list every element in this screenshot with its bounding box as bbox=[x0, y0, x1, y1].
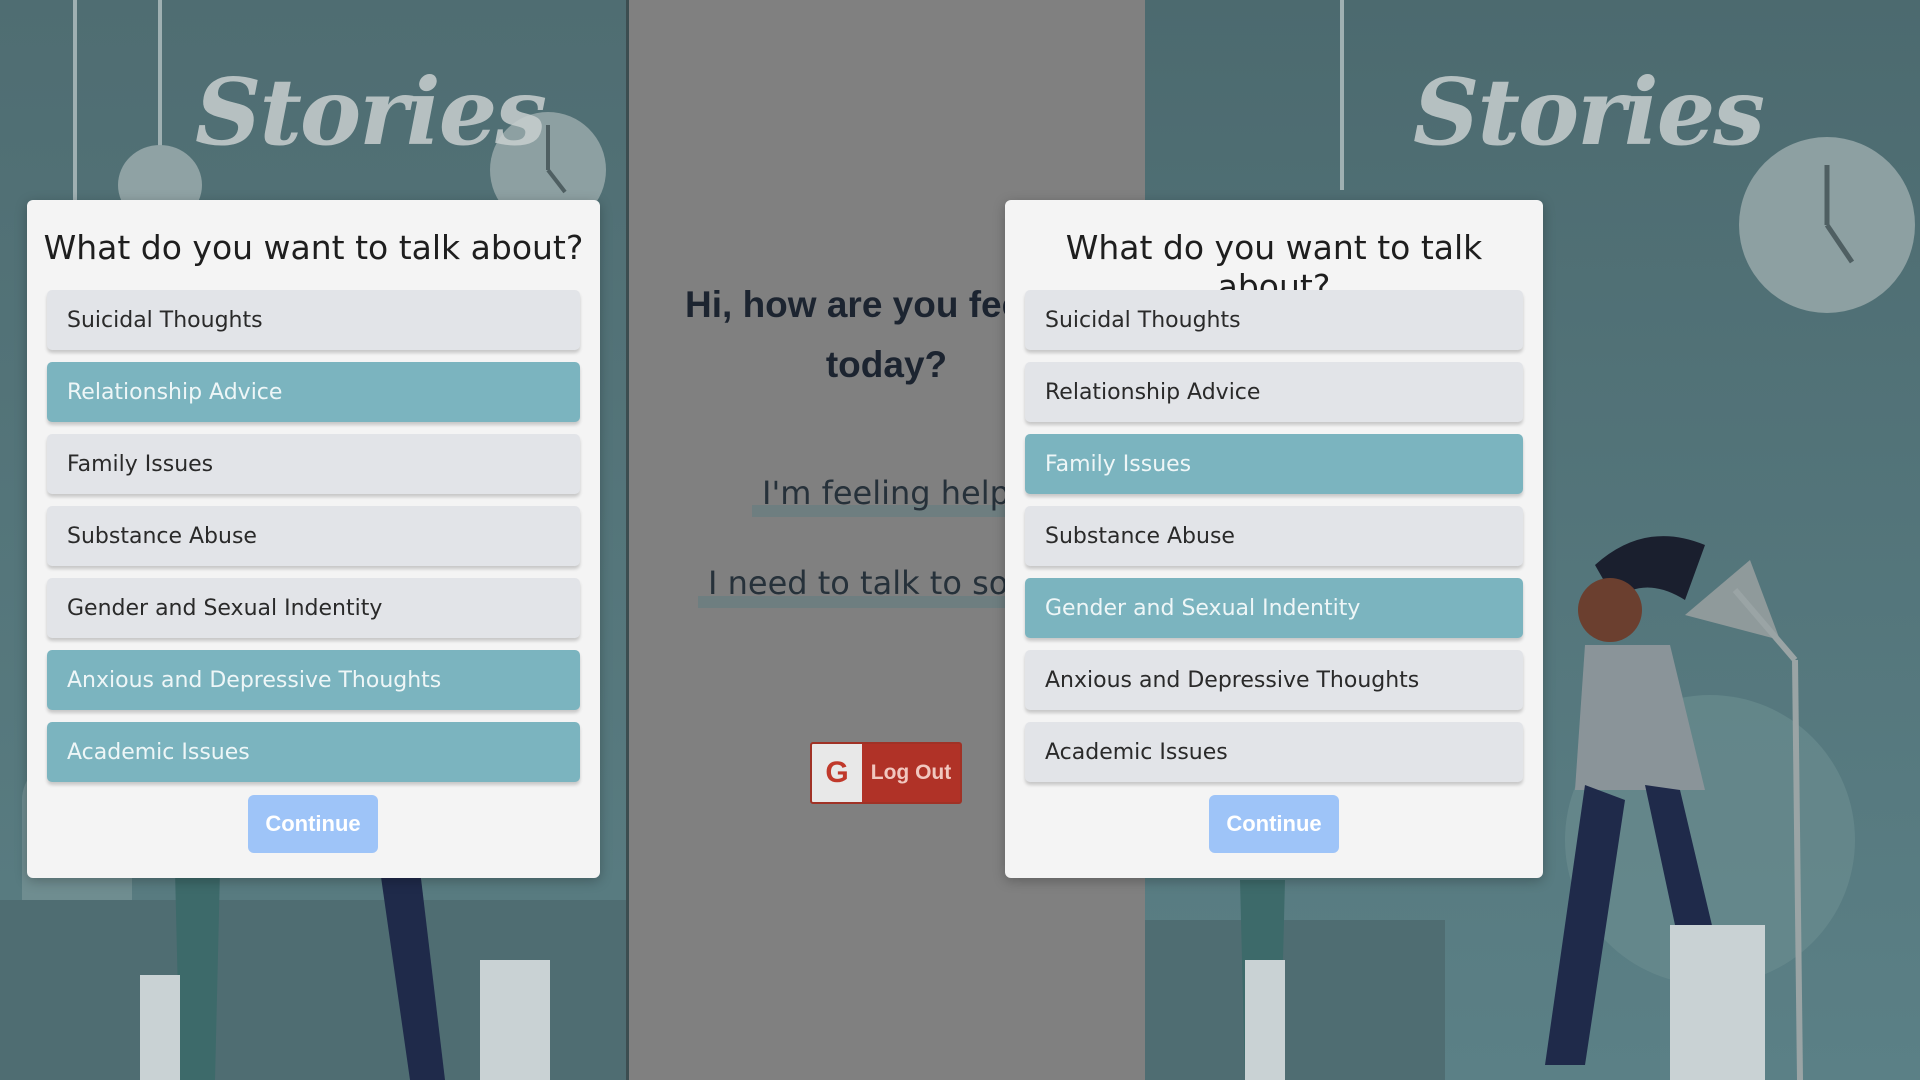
stories-logo: Stories bbox=[195, 58, 547, 166]
topic-dialog-right: What do you want to talk about? Suicidal… bbox=[1005, 200, 1543, 878]
panel-divider bbox=[626, 0, 629, 1080]
topic-substance-abuse[interactable]: Substance Abuse bbox=[47, 506, 580, 566]
topic-list: Suicidal Thoughts Relationship Advice Fa… bbox=[1025, 290, 1523, 794]
clock-icon bbox=[1739, 137, 1915, 313]
topic-suicidal-thoughts[interactable]: Suicidal Thoughts bbox=[47, 290, 580, 350]
topic-academic-issues[interactable]: Academic Issues bbox=[47, 722, 580, 782]
topic-list: Suicidal Thoughts Relationship Advice Fa… bbox=[47, 290, 580, 794]
topic-substance-abuse[interactable]: Substance Abuse bbox=[1025, 506, 1523, 566]
topic-dialog-left: What do you want to talk about? Suicidal… bbox=[27, 200, 600, 878]
topic-gender-sexual-identity[interactable]: Gender and Sexual Indentity bbox=[47, 578, 580, 638]
topic-suicidal-thoughts[interactable]: Suicidal Thoughts bbox=[1025, 290, 1523, 350]
stories-logo: Stories bbox=[1413, 58, 1765, 166]
topic-anxious-depressive[interactable]: Anxious and Depressive Thoughts bbox=[1025, 650, 1523, 710]
continue-button[interactable]: Continue bbox=[1209, 795, 1339, 853]
google-g-icon: G bbox=[812, 744, 862, 802]
topic-gender-sexual-identity[interactable]: Gender and Sexual Indentity bbox=[1025, 578, 1523, 638]
continue-button[interactable]: Continue bbox=[248, 795, 378, 853]
dialog-title: What do you want to talk about? bbox=[43, 228, 584, 267]
topic-family-issues[interactable]: Family Issues bbox=[47, 434, 580, 494]
topic-academic-issues[interactable]: Academic Issues bbox=[1025, 722, 1523, 782]
topic-anxious-depressive[interactable]: Anxious and Depressive Thoughts bbox=[47, 650, 580, 710]
topic-relationship-advice[interactable]: Relationship Advice bbox=[47, 362, 580, 422]
topic-relationship-advice[interactable]: Relationship Advice bbox=[1025, 362, 1523, 422]
google-logout-button[interactable]: G Log Out bbox=[810, 742, 962, 804]
topic-family-issues[interactable]: Family Issues bbox=[1025, 434, 1523, 494]
logout-label: Log Out bbox=[870, 761, 952, 784]
